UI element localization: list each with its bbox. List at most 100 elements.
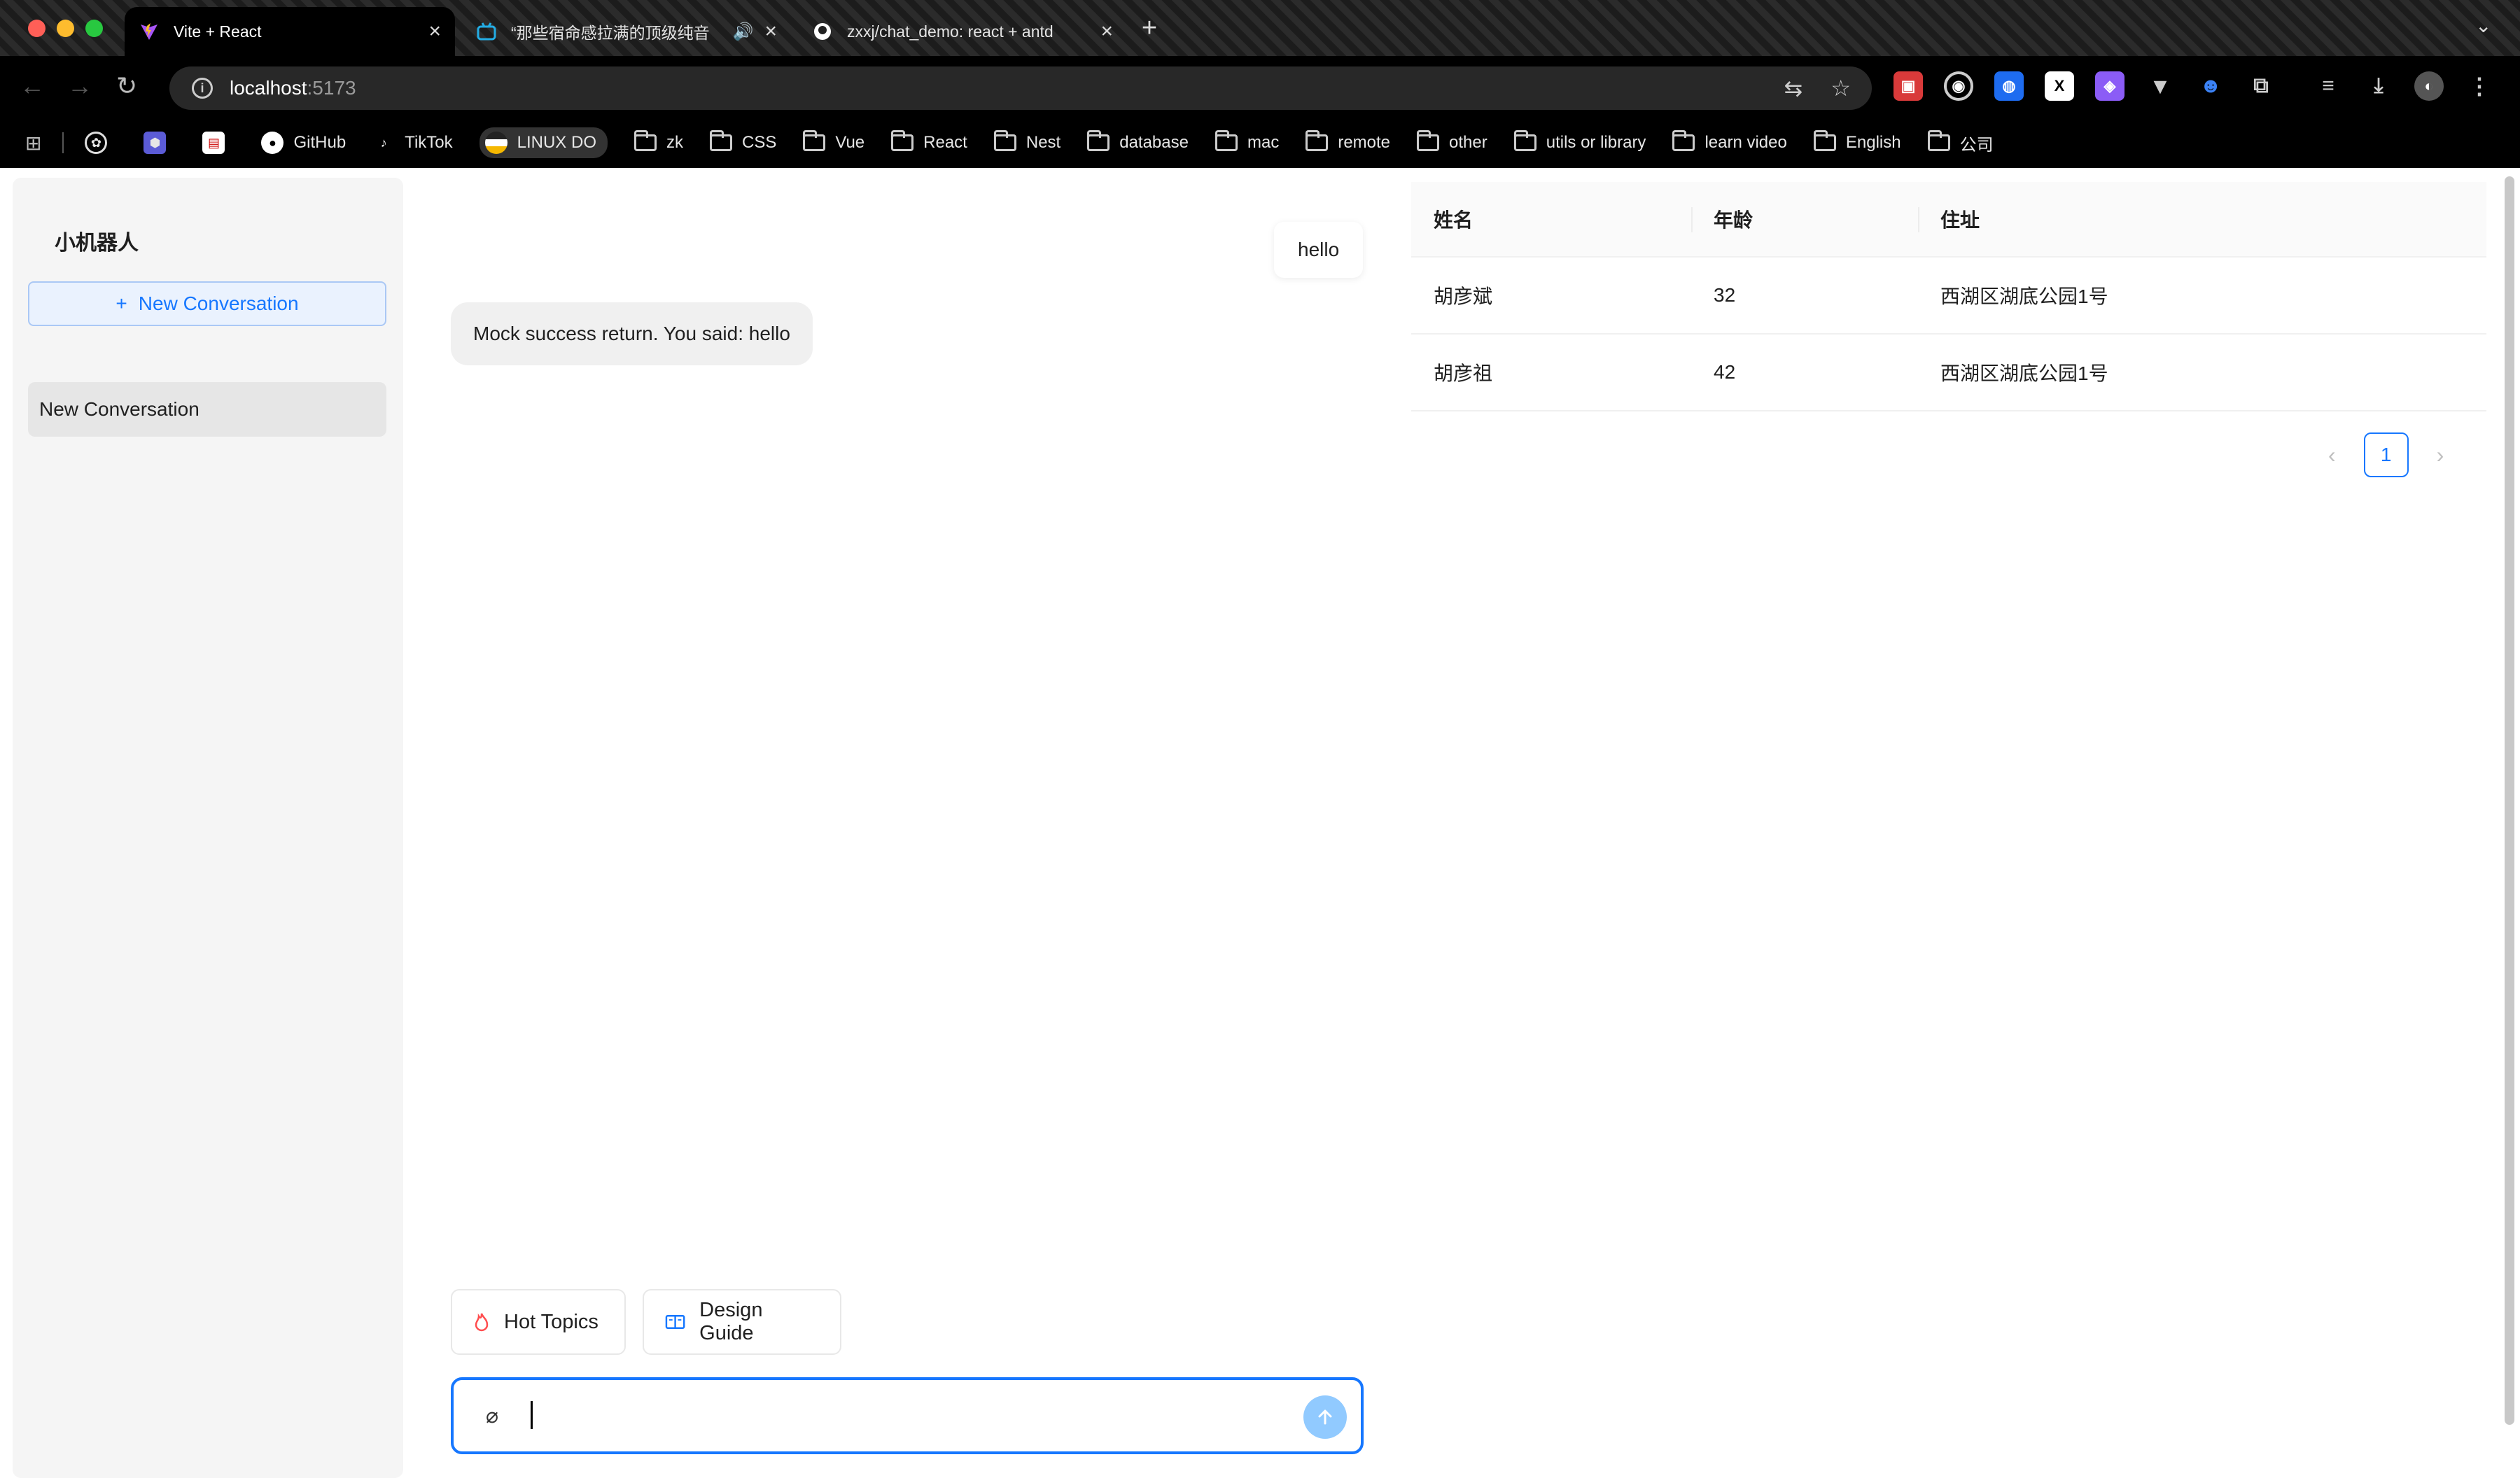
bookmark-cube[interactable]: ⬢	[144, 132, 176, 154]
tab-title: zxxj/chat_demo: react + antd	[847, 22, 1054, 41]
star-icon[interactable]: ☆	[1830, 75, 1851, 101]
new-tab-button[interactable]: +	[1134, 13, 1165, 43]
maximize-window-button[interactable]	[85, 20, 103, 37]
bookmark-label: utils or library	[1546, 133, 1646, 152]
doc-icon: ▤	[202, 132, 225, 154]
bookmark-label: database	[1119, 133, 1189, 152]
forward-arrow-icon[interactable]: →	[67, 71, 92, 101]
text-caret	[531, 1401, 533, 1429]
download-icon[interactable]: ⤓	[2364, 71, 2393, 101]
bookmark-folder-mac[interactable]: mac	[1214, 130, 1279, 153]
bookmark-label: CSS	[741, 133, 777, 152]
bookmark-label: Vue	[835, 133, 865, 152]
cell-age: 42	[1714, 361, 1736, 383]
conversation-label: New Conversation	[39, 398, 200, 420]
reload-icon[interactable]: ↻	[116, 71, 137, 101]
tab-music[interactable]: “那些宿命感拉满的顶级纯音 🔊 ×	[462, 7, 791, 56]
bookmark-tiktok[interactable]: ♪ TikTok	[372, 132, 453, 154]
bookmark-folder-nest[interactable]: Nest	[993, 130, 1060, 153]
blue-ext-icon[interactable]: ◍	[1994, 71, 2024, 101]
bookmark-folder-utils[interactable]: utils or library	[1513, 130, 1646, 153]
prompt-design-guide[interactable]: Design Guide	[643, 1289, 841, 1355]
table-header: 姓名 年龄 住址	[1411, 182, 2486, 258]
bookmark-doc[interactable]: ▤	[202, 132, 234, 154]
prompt-hot-topics[interactable]: Hot Topics	[451, 1289, 626, 1355]
bookmark-label: learn video	[1704, 133, 1787, 152]
tab-github[interactable]: zxxj/chat_demo: react + antd ×	[798, 7, 1127, 56]
folder-icon	[1306, 130, 1329, 151]
target-ext-icon[interactable]: ◉	[1944, 71, 1973, 101]
bookmark-folder-company[interactable]: 公司	[1927, 130, 1994, 155]
book-icon	[665, 1315, 685, 1329]
new-conversation-label: New Conversation	[138, 293, 299, 314]
more-vert-icon[interactable]: ⋮	[2465, 71, 2494, 101]
cell-name: 胡彦斌	[1434, 286, 1493, 307]
chevron-down-icon[interactable]: ⌄	[2475, 14, 2491, 37]
chevron-right-icon[interactable]: ›	[2437, 442, 2444, 468]
bookmark-folder-css[interactable]: CSS	[709, 130, 777, 153]
bookmark-folder-english[interactable]: English	[1813, 130, 1901, 153]
message-input-box[interactable]: ⌀	[451, 1377, 1364, 1454]
apps-grid-icon[interactable]: ⊞	[25, 132, 41, 155]
purple-ext-icon[interactable]: ◈	[2095, 71, 2124, 101]
new-conversation-button[interactable]: + New Conversation	[28, 281, 386, 326]
translate-icon[interactable]: ⇆	[1784, 75, 1803, 101]
conversation-sidebar: 小机器人 + New Conversation New Conversation	[13, 178, 403, 1478]
bookmark-folder-vue[interactable]: Vue	[803, 130, 865, 153]
folder-icon	[803, 130, 826, 151]
cell-age: 32	[1714, 284, 1736, 306]
pagination: ‹ 1 ›	[2328, 432, 2444, 477]
column-header-age: 年龄	[1691, 182, 1918, 256]
bookmark-openai[interactable]: ✿	[85, 132, 117, 154]
close-icon[interactable]: ×	[428, 20, 441, 43]
x-ext-icon[interactable]: X	[2045, 71, 2074, 101]
close-icon[interactable]: ×	[1100, 20, 1113, 43]
close-icon[interactable]: ×	[764, 20, 777, 43]
data-table: 姓名 年龄 住址 胡彦斌 32 西湖区湖底公园1号 胡彦祖 42 西湖区湖底公园…	[1411, 182, 2486, 411]
page-scrollbar[interactable]	[2505, 176, 2514, 1425]
url-port: :5173	[307, 77, 356, 99]
bookmark-folder-remote[interactable]: remote	[1306, 130, 1390, 153]
assistant-message-bubble: Mock success return. You said: hello	[451, 302, 813, 365]
linuxdo-icon	[484, 132, 507, 154]
bookmarks-bar: ⊞ ✿ ⬢ ▤ ● GitHub ♪ TikTok LINUX DO zk CSS …	[0, 118, 2520, 168]
bookmark-folder-learn-video[interactable]: learn video	[1672, 130, 1787, 153]
bookmark-label: English	[1845, 133, 1901, 152]
tiktok-icon: ♪	[380, 135, 387, 150]
openai-icon: ✿	[85, 132, 108, 154]
puzzle-icon[interactable]: ⧉	[2246, 71, 2276, 101]
folder-icon	[1087, 130, 1110, 151]
avatar[interactable]: ◐	[2414, 71, 2444, 101]
tab-vite-react[interactable]: Vite + React ×	[125, 7, 455, 56]
page-button-current[interactable]: 1	[2363, 432, 2409, 477]
owl-ext-icon[interactable]: ☻	[2196, 71, 2225, 101]
bookmark-github[interactable]: ● GitHub	[261, 132, 346, 154]
reading-list-icon[interactable]: ≡	[2314, 71, 2343, 101]
minimize-window-button[interactable]	[57, 20, 74, 37]
site-info-icon[interactable]: i	[192, 78, 213, 99]
red-ext-icon[interactable]: ▣	[1893, 71, 1923, 101]
bookmark-folder-other[interactable]: other	[1417, 130, 1488, 153]
speaker-icon[interactable]: 🔊	[733, 22, 754, 42]
tab-strip: Vite + React × “那些宿命感拉满的顶级纯音 🔊 × zxxj/ch…	[0, 0, 2520, 56]
chevron-left-icon[interactable]: ‹	[2328, 442, 2336, 468]
github-icon: ●	[261, 132, 284, 154]
bookmark-folder-zk[interactable]: zk	[634, 130, 683, 153]
column-header-name: 姓名	[1434, 209, 1474, 231]
table-row: 胡彦祖 42 西湖区湖底公园1号	[1411, 335, 2486, 411]
paperclip-icon[interactable]: ⌀	[486, 1404, 498, 1428]
conversation-item[interactable]: New Conversation	[28, 382, 386, 437]
address-bar[interactable]: i localhost:5173 ⇆ ☆	[169, 66, 1872, 110]
plus-icon: +	[115, 293, 127, 314]
bookmark-linuxdo[interactable]: LINUX DO	[479, 127, 608, 158]
close-window-button[interactable]	[28, 20, 46, 37]
vue-ext-icon[interactable]: ▼	[2146, 71, 2175, 101]
bookmark-folder-react[interactable]: React	[891, 130, 967, 153]
back-arrow-icon[interactable]: ←	[20, 71, 45, 101]
bookmark-folder-database[interactable]: database	[1087, 130, 1189, 153]
folder-icon	[1417, 130, 1440, 151]
send-button[interactable]	[1303, 1395, 1347, 1439]
bookmark-label: TikTok	[405, 133, 453, 152]
message-text: hello	[1298, 239, 1340, 260]
folder-icon	[634, 130, 657, 151]
